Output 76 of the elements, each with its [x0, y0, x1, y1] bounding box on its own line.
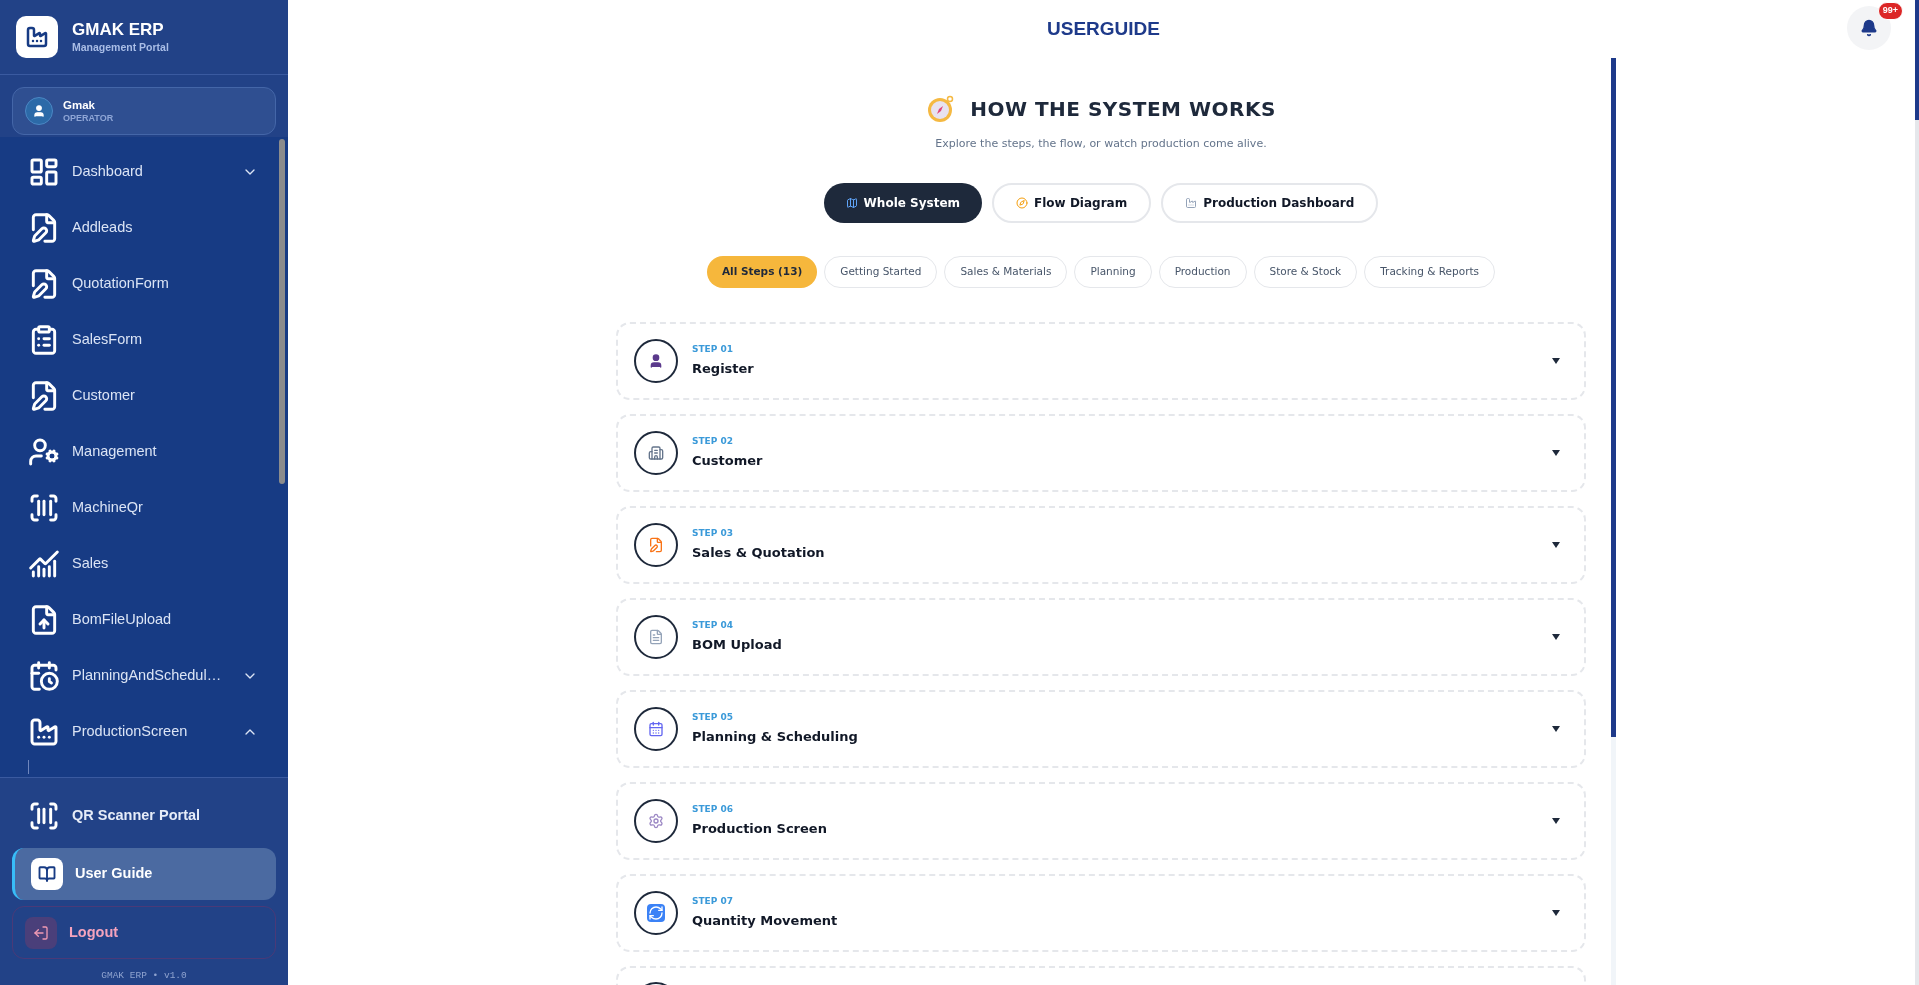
version-label: GMAK ERP • v1.0 [100, 969, 188, 983]
step-number: STEP 07 [692, 894, 735, 908]
view-tab[interactable]: Whole System [823, 182, 983, 223]
document-icon [647, 627, 665, 646]
filter-chip[interactable]: Production [1158, 255, 1247, 288]
filter-chip[interactable]: Store & Stock [1253, 255, 1358, 288]
factory-icon [1185, 196, 1198, 209]
factory-icon [28, 716, 60, 748]
gear-icon [647, 811, 665, 830]
step-number: STEP 01 [692, 342, 735, 356]
sidebar-item[interactable]: QuotationForm [0, 256, 288, 312]
dashboard-icon [28, 156, 60, 188]
filter-chip[interactable]: Sales & Materials [944, 255, 1068, 288]
step-card[interactable]: STEP 03 Sales & Quotation [616, 505, 1586, 584]
sidebar-item[interactable]: Customer [0, 368, 288, 424]
user-gear-icon [28, 436, 60, 468]
filter-chip[interactable]: All Steps (13) [706, 255, 818, 288]
brand-subtitle: Management Portal [72, 39, 169, 55]
barcode-icon [28, 492, 60, 524]
filter-chip[interactable]: Planning [1074, 255, 1152, 288]
step-card[interactable]: STEP 04 BOM Upload [616, 597, 1586, 676]
step-number: STEP 04 [692, 618, 735, 632]
logout-button[interactable]: Logout [12, 906, 276, 959]
barcode-icon [28, 800, 60, 832]
step-card[interactable]: STEP 05 Planning & Scheduling [616, 689, 1586, 768]
filter-chip[interactable]: Tracking & Reports [1364, 255, 1496, 288]
sidebar-item[interactable]: User Guide [12, 848, 276, 900]
book-icon [31, 858, 63, 890]
step-title: Customer [692, 452, 764, 470]
user-name: Gmak [63, 98, 96, 113]
calendar-clock-icon [28, 660, 60, 692]
sidebar-item[interactable]: ProductionScreen [0, 704, 288, 760]
step-card[interactable]: STEP 07 Quantity Movement [616, 873, 1586, 952]
sidebar-item[interactable]: SalesForm [0, 312, 288, 368]
sidebar-item[interactable]: Dashboard [0, 144, 288, 200]
sidebar-item[interactable]: Addleads [0, 200, 288, 256]
guide-title: HOW THE SYSTEM WORKS [970, 96, 1276, 123]
step-title: BOM Upload [692, 636, 783, 654]
step-title: Sales & Quotation [692, 544, 826, 562]
step-number: STEP 05 [692, 710, 735, 724]
step-number: STEP 03 [692, 526, 735, 540]
view-tab[interactable]: Production Dashboard [1161, 182, 1379, 223]
page-title: USERGUIDE [1047, 16, 1160, 41]
map-icon [845, 196, 858, 209]
logo-icon [16, 16, 58, 58]
step-number: STEP 02 [692, 434, 735, 448]
sidebar-item[interactable]: BomFileUpload [0, 592, 288, 648]
bell-icon [1860, 19, 1878, 37]
calendar-icon [647, 719, 665, 738]
document-pen-icon [647, 535, 665, 554]
refresh-icon [647, 903, 665, 922]
sidebar-item[interactable]: Sales [0, 536, 288, 592]
compass-icon [1016, 196, 1029, 209]
brand-title: GMAK ERP [72, 18, 165, 40]
sidebar-item[interactable]: Management [0, 424, 288, 480]
filter-chip[interactable]: Getting Started [824, 255, 938, 288]
step-card[interactable]: STEP 02 Customer [616, 413, 1586, 492]
step-title: Register [692, 360, 755, 378]
sidebar-item[interactable]: MachineQr [0, 480, 288, 536]
step-card[interactable]: STEP 06 Production Screen [616, 781, 1586, 860]
sidebar-item[interactable]: QR Scanner Portal [12, 790, 276, 842]
step-title: Quantity Movement [692, 912, 839, 930]
step-number: STEP 06 [692, 802, 735, 816]
tree-line [28, 760, 29, 774]
logout-icon [25, 916, 57, 949]
user-role: OPERATOR [63, 112, 114, 124]
notification-badge: 99+ [1877, 2, 1903, 20]
building-icon [647, 443, 665, 462]
guide-subtitle: Explore the steps, the flow, or watch production come alive. [935, 136, 1267, 152]
sidebar-item[interactable]: PlanningAndSchedul… [0, 648, 288, 704]
chart-icon [28, 548, 60, 580]
view-tab[interactable]: Flow Diagram [992, 182, 1152, 223]
step-title: Production Screen [692, 820, 828, 838]
avatar-icon [25, 97, 53, 125]
step-title: Planning & Scheduling [692, 728, 859, 746]
step-card[interactable]: STEP 01 Register [616, 321, 1586, 400]
